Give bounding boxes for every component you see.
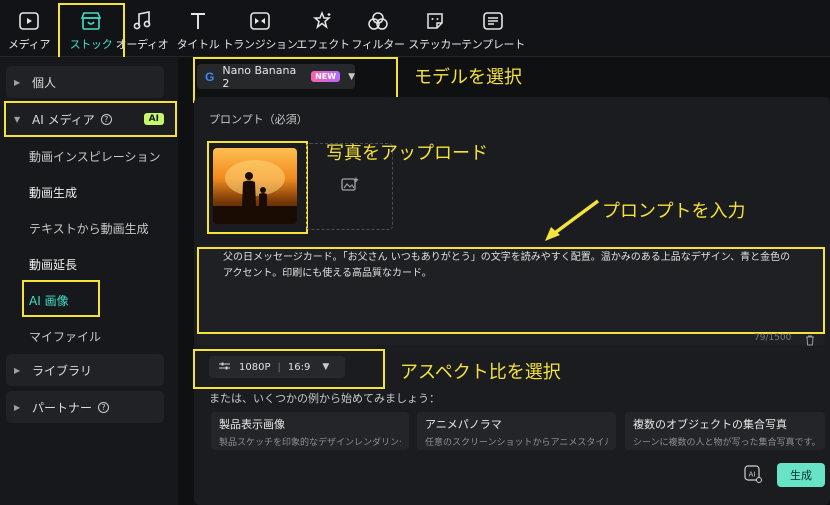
aspect-highlight bbox=[193, 349, 385, 389]
example-title: 製品表示画像 bbox=[219, 418, 285, 431]
examples-label: または、いくつかの例から始めてみましょう： bbox=[209, 392, 440, 405]
title-t-icon bbox=[187, 10, 209, 32]
help-icon[interactable]: ? bbox=[98, 401, 110, 413]
media-icon bbox=[18, 10, 40, 32]
sidebar-item-text-to-video[interactable]: テキストから動画生成 bbox=[29, 220, 149, 237]
sidebar-item-label: ライブラリ bbox=[32, 363, 93, 378]
tab-audio[interactable]: オーディオ bbox=[116, 0, 169, 57]
example-desc: シーンに複数の人と物が写った集合写真です。 bbox=[633, 438, 817, 448]
example-title: 複数のオブジェクトの集合写真 bbox=[633, 418, 787, 431]
sidebar-item-video-inspiration[interactable]: 動画インスピレーション bbox=[29, 148, 161, 165]
example-desc: 製品スケッチを印象的なデザインレンダリング... bbox=[219, 438, 401, 448]
annotation-enter-prompt: プロンプトを入力 bbox=[602, 201, 746, 222]
tab-title-label: タイトル bbox=[176, 38, 220, 51]
arrow-pointer-icon bbox=[545, 199, 600, 241]
example-card-group-photo[interactable]: 複数のオブジェクトの集合写真 シーンに複数の人と物が写った集合写真です。 bbox=[625, 412, 825, 450]
tab-filter[interactable]: フィルター bbox=[351, 0, 405, 57]
trash-icon[interactable] bbox=[805, 331, 815, 350]
sticker-icon bbox=[424, 10, 446, 32]
sidebar-item-personal[interactable]: ▶ 個人 bbox=[6, 66, 164, 98]
ai-media-highlight bbox=[4, 101, 177, 137]
effect-star-icon bbox=[312, 10, 334, 32]
character-counter: 79/1500 bbox=[754, 333, 792, 343]
sidebar-item-partner[interactable]: ▶ パートナー ? bbox=[6, 391, 164, 423]
annotation-select-aspect: アスペクト比を選択 bbox=[400, 362, 561, 383]
example-card-anime-panorama[interactable]: アニメパノラマ 任意のスクリーンショットからアニメスタイルのパ... bbox=[417, 412, 616, 450]
ai-image-highlight bbox=[22, 280, 100, 317]
tab-transition-label: トランジション bbox=[222, 38, 298, 51]
annotation-select-model: モデルを選択 bbox=[414, 67, 522, 88]
chevron-right-icon: ▶ bbox=[14, 402, 21, 412]
add-image-icon bbox=[340, 177, 359, 197]
tab-template[interactable]: テンプレート bbox=[461, 0, 525, 57]
example-card-product-display[interactable]: 製品表示画像 製品スケッチを印象的なデザインレンダリング... bbox=[211, 412, 409, 450]
generate-button[interactable]: 生成 bbox=[777, 463, 825, 487]
tab-sticker[interactable]: ステッカー bbox=[408, 0, 462, 57]
annotation-upload-photo: 写真をアップロード bbox=[326, 143, 488, 164]
stock-tab-highlight bbox=[58, 3, 125, 64]
example-desc: 任意のスクリーンショットからアニメスタイルのパ... bbox=[425, 438, 608, 448]
filter-icon bbox=[367, 10, 389, 32]
upload-highlight bbox=[207, 141, 308, 234]
tab-media-label: メディア bbox=[7, 38, 51, 51]
transition-icon bbox=[249, 10, 271, 32]
tab-transition[interactable]: トランジション bbox=[223, 0, 298, 57]
example-title: アニメパノラマ bbox=[425, 418, 502, 431]
tab-effect[interactable]: エフェクト bbox=[296, 0, 350, 57]
tab-sticker-label: ステッカー bbox=[408, 38, 462, 51]
tab-media[interactable]: メディア bbox=[6, 0, 52, 57]
prompt-label: プロンプト（必須） bbox=[209, 113, 308, 126]
sidebar: ▶ 個人 ▼ AI メディア ? AI 動画インスピレーション 動画生成 テキス… bbox=[0, 57, 178, 505]
ai-assist-icon[interactable]: AI bbox=[744, 465, 762, 483]
tab-effect-label: エフェクト bbox=[296, 38, 350, 51]
sidebar-item-label: パートナー bbox=[32, 400, 93, 415]
sidebar-item-my-files[interactable]: マイファイル bbox=[29, 328, 101, 345]
prompt-highlight bbox=[197, 247, 825, 334]
sidebar-item-library[interactable]: ▶ ライブラリ bbox=[6, 354, 164, 386]
tab-template-label: テンプレート bbox=[461, 38, 525, 51]
sidebar-item-video-generation[interactable]: 動画生成 bbox=[29, 184, 77, 201]
tab-title[interactable]: タイトル bbox=[176, 0, 220, 57]
chevron-right-icon: ▶ bbox=[14, 77, 21, 87]
main-area: G Nano Banana 2 NEW ▼ モデルを選択 プロンプト（必須） 写… bbox=[178, 57, 830, 505]
music-note-icon bbox=[131, 10, 153, 32]
template-icon bbox=[482, 10, 504, 32]
tab-filter-label: フィルター bbox=[351, 38, 405, 51]
sidebar-item-video-extend[interactable]: 動画延長 bbox=[29, 256, 77, 273]
chevron-right-icon: ▶ bbox=[14, 365, 21, 375]
svg-text:AI: AI bbox=[749, 471, 756, 479]
sidebar-item-label: 個人 bbox=[32, 75, 57, 90]
